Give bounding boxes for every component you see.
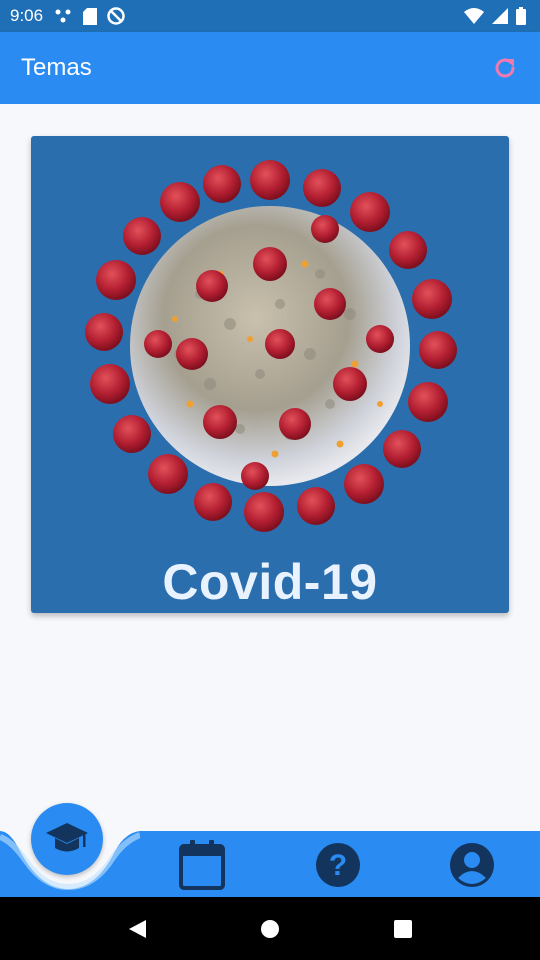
back-icon — [128, 919, 146, 938]
signal-icon — [492, 8, 508, 24]
nav-item-temas[interactable] — [31, 803, 103, 875]
network-icon — [55, 9, 71, 23]
svg-text:?: ? — [329, 849, 347, 882]
status-bar: 9:06 — [0, 0, 540, 32]
topics-list: Covid-19 — [0, 104, 540, 831]
refresh-button[interactable] — [490, 53, 520, 83]
page-title: Temas — [21, 54, 92, 81]
back-button[interactable] — [117, 909, 157, 949]
topic-title: Covid-19 — [162, 554, 378, 610]
help-icon: ? — [316, 843, 360, 887]
home-icon — [260, 919, 279, 938]
account-icon — [450, 843, 494, 887]
graduation-cap-icon — [46, 823, 88, 852]
status-left: 9:06 — [10, 6, 125, 26]
home-button[interactable] — [250, 909, 290, 949]
refresh-icon — [495, 58, 515, 78]
recents-icon — [394, 919, 413, 938]
app-bar: Temas — [0, 32, 540, 104]
nav-item-profile[interactable] — [445, 838, 499, 892]
sd-card-icon — [83, 7, 98, 25]
nav-item-help[interactable]: ? — [311, 838, 365, 892]
topic-card-covid[interactable]: Covid-19 — [31, 136, 509, 613]
recents-button[interactable] — [383, 909, 423, 949]
status-right — [464, 7, 526, 25]
status-time: 9:06 — [10, 6, 44, 25]
nav-item-calendar[interactable] — [175, 838, 229, 892]
wifi-icon — [464, 8, 484, 24]
battery-icon — [516, 7, 526, 25]
dnd-icon — [107, 7, 125, 25]
coronavirus-image — [85, 160, 457, 532]
system-nav-bar — [0, 897, 540, 960]
calendar-icon — [179, 840, 225, 890]
